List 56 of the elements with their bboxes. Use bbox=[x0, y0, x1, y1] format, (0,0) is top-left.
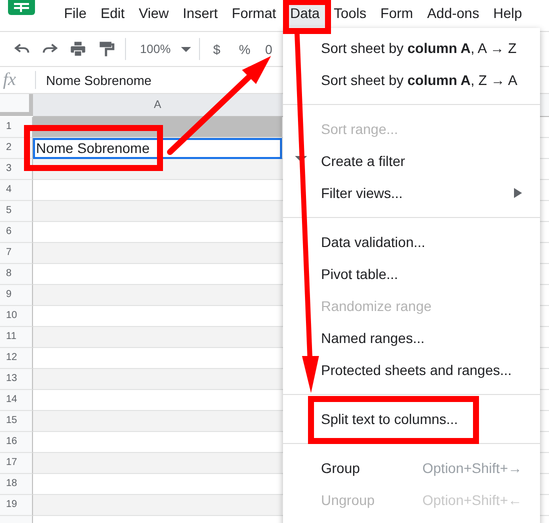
row-number[interactable]: 4 bbox=[0, 180, 33, 201]
row-number[interactable]: 7 bbox=[0, 243, 33, 264]
sheets-logo-icon[interactable] bbox=[8, 0, 35, 15]
menu-item[interactable]: Edit bbox=[94, 1, 132, 27]
menu-item[interactable]: Form bbox=[373, 1, 420, 27]
table-cell[interactable] bbox=[33, 243, 282, 264]
percent-button[interactable]: % bbox=[230, 42, 259, 56]
menu-item[interactable]: Format bbox=[224, 1, 284, 27]
row-number[interactable]: 6 bbox=[0, 222, 33, 243]
row-number[interactable]: 18 bbox=[0, 474, 33, 495]
menu-item[interactable]: Help bbox=[486, 1, 530, 27]
row-number[interactable]: 8 bbox=[0, 264, 33, 285]
column-header[interactable]: A bbox=[33, 94, 282, 117]
zoom-dropdown[interactable]: 100% bbox=[136, 42, 191, 56]
menu-item[interactable]: Split text to columns... bbox=[283, 403, 540, 435]
caret-icon bbox=[180, 46, 191, 52]
print-icon[interactable] bbox=[69, 40, 87, 58]
row-number[interactable]: 19 bbox=[0, 495, 33, 516]
menu-item[interactable]: Sort sheet by column A, Z → A bbox=[283, 64, 540, 96]
menu-item[interactable]: Data validation... bbox=[283, 226, 540, 258]
table-cell[interactable] bbox=[33, 411, 282, 432]
row-number[interactable]: 5 bbox=[0, 201, 33, 222]
highlight-box bbox=[283, 0, 331, 34]
row-number[interactable]: 17 bbox=[0, 453, 33, 474]
menu-item[interactable]: Pivot table... bbox=[283, 258, 540, 290]
menu-item[interactable]: File bbox=[57, 1, 94, 27]
row-number[interactable]: 11 bbox=[0, 327, 33, 348]
menu-item[interactable]: Sort sheet by column A, A → Z bbox=[283, 32, 540, 64]
table-cell[interactable] bbox=[33, 201, 282, 222]
menu-item[interactable]: Group Option+Shift+→ bbox=[283, 452, 540, 484]
row-number[interactable]: 9 bbox=[0, 285, 33, 306]
menu-item[interactable]: Add-ons bbox=[420, 1, 486, 27]
row-number[interactable]: 12 bbox=[0, 348, 33, 369]
table-cell[interactable]: Nome Sobrenome bbox=[33, 138, 282, 159]
menu-item[interactable]: Named ranges... bbox=[283, 322, 540, 354]
currency-button[interactable]: $ bbox=[202, 42, 231, 56]
menu-item[interactable]: Tools bbox=[326, 1, 374, 27]
select-all-corner[interactable] bbox=[0, 94, 33, 116]
row-number[interactable]: 14 bbox=[0, 390, 33, 411]
fx-label: fx bbox=[0, 71, 36, 89]
table-cell[interactable] bbox=[33, 453, 282, 474]
table-cell[interactable] bbox=[33, 327, 282, 348]
menu-item[interactable]: Filter views... bbox=[283, 177, 540, 209]
row-number[interactable]: 13 bbox=[0, 369, 33, 390]
menu-item[interactable]: Protected sheets and ranges... bbox=[283, 354, 540, 386]
row-number[interactable]: 15 bbox=[0, 411, 33, 432]
table-cell[interactable] bbox=[33, 285, 282, 306]
row-number[interactable]: 10 bbox=[0, 306, 33, 327]
formula-input[interactable]: Nome Sobrenome bbox=[46, 72, 152, 88]
table-cell[interactable] bbox=[33, 369, 282, 390]
table-cell[interactable] bbox=[33, 495, 282, 516]
paint-format-icon[interactable] bbox=[97, 40, 115, 58]
menu-item[interactable]: View bbox=[132, 1, 176, 27]
row-number[interactable]: 16 bbox=[0, 432, 33, 453]
menu-item[interactable]: Insert bbox=[176, 1, 225, 27]
decimal-button[interactable]: 0 bbox=[258, 42, 279, 56]
